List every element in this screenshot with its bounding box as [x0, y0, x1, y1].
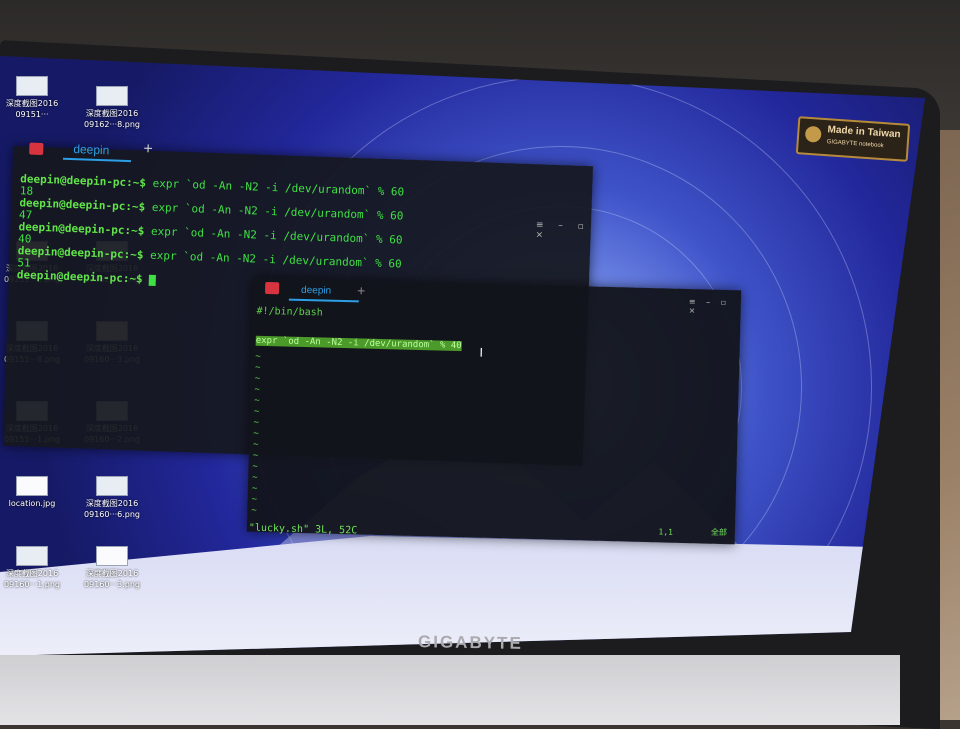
- vim-tilde: ~: [252, 461, 259, 472]
- file-label: 深度截图2016 09160···6.png: [84, 499, 140, 519]
- new-tab-button[interactable]: +: [143, 141, 153, 159]
- file-thumbnail-icon: [16, 76, 48, 96]
- desktop-file-2[interactable]: 深度截图2016 09162···8.png: [80, 86, 144, 130]
- file-thumbnail-icon: [16, 476, 48, 496]
- vim-tilde: ~: [254, 362, 261, 373]
- vim-shebang-line: #!/bin/bash: [256, 305, 323, 319]
- vim-selected-line[interactable]: expr `od -An -N2 -i /dev/urandom` % 40: [255, 335, 462, 352]
- vim-tilde: ~: [254, 395, 260, 406]
- screen: 深度截图2016 09151··· 深度截图2016 09162···8.png 深…: [0, 56, 925, 656]
- window-controls[interactable]: ≡ – ▫ ×: [535, 220, 591, 242]
- active-tab-indicator: [62, 157, 131, 163]
- file-label: 深度截图2016 09160···1.png: [4, 569, 60, 589]
- sticker-line1: Made in Taiwan: [827, 124, 901, 141]
- vim-tilde: ~: [251, 494, 258, 505]
- shell-command: expr `od -An -N2 -i /dev/urandom` % 60: [143, 248, 402, 271]
- desktop-file-10[interactable]: 深度截图2016 09160···6.png: [80, 476, 144, 520]
- file-label: 深度截图2016 09162···8.png: [84, 109, 140, 129]
- shell-command: expr `od -An -N2 -i /dev/urandom` % 60: [144, 200, 404, 223]
- sticker-emblem-icon: [804, 125, 822, 143]
- file-thumbnail-icon: [96, 476, 128, 496]
- terminal-app-icon: [264, 281, 280, 295]
- vim-tilde: ~: [252, 439, 259, 450]
- terminal-command-line: deepin@deepin-pc:~$ expr `od -An -N2 -i …: [18, 220, 402, 246]
- desktop-file-1[interactable]: 深度截图2016 09151···: [0, 76, 64, 120]
- made-in-taiwan-sticker: Made in Taiwan GIGABYTE notebook: [795, 116, 911, 162]
- tab-deepin[interactable]: deepin: [301, 285, 331, 297]
- tab-deepin[interactable]: deepin: [73, 142, 110, 157]
- vim-status-all: 全部: [710, 527, 728, 538]
- vim-tilde: ~: [253, 428, 259, 439]
- shell-prompt: deepin@deepin-pc:~$: [18, 220, 145, 238]
- file-label: 深度截图2016 09151···: [5, 99, 59, 119]
- shell-prompt: deepin@deepin-pc:~$: [16, 268, 143, 286]
- laptop-brand-logo: GIGABYTE: [418, 632, 523, 653]
- file-thumbnail-icon: [96, 546, 128, 566]
- desktop-file-12[interactable]: 深度截图2016 09160···3.png: [80, 546, 144, 590]
- vim-tilde: ~: [251, 505, 257, 516]
- file-label: 深度截图2016 09160···3.png: [84, 569, 140, 589]
- terminal-window-front[interactable]: deepin + ≡ – ▫ × #!/bin/bash expr `od -A…: [246, 277, 742, 545]
- vim-tilde: ~: [252, 450, 259, 461]
- vim-tilde: ~: [254, 384, 261, 395]
- shell-prompt: deepin@deepin-pc:~$: [19, 196, 146, 214]
- vim-tilde: ~: [253, 417, 260, 428]
- terminal-cursor: [149, 274, 157, 286]
- sticker-line2: GIGABYTE notebook: [826, 139, 884, 150]
- new-tab-button[interactable]: +: [357, 282, 366, 298]
- desktop-file-9[interactable]: location.jpg: [0, 476, 64, 509]
- vim-status-position: 1,1: [658, 527, 674, 537]
- vim-tilde: ~: [254, 373, 261, 384]
- shell-command: expr `od -An -N2 -i /dev/urandom` % 60: [144, 224, 403, 247]
- file-thumbnail-icon: [16, 546, 48, 566]
- terminal-command-line: deepin@deepin-pc:~$: [17, 268, 157, 286]
- file-label: location.jpg: [8, 499, 56, 508]
- laptop-keyboard-deck: [0, 655, 900, 725]
- vim-tilde: ~: [255, 351, 261, 362]
- vim-tilde: ~: [252, 472, 258, 483]
- desktop-file-11[interactable]: 深度截图2016 09160···1.png: [0, 546, 64, 590]
- terminal-app-icon: [29, 142, 44, 156]
- shell-prompt: deepin@deepin-pc:~$: [17, 244, 144, 262]
- terminal-command-line: deepin@deepin-pc:~$ expr `od -An -N2 -i …: [19, 196, 403, 222]
- terminal-command-line: deepin@deepin-pc:~$ expr `od -An -N2 -i …: [18, 244, 402, 270]
- vim-status-file: "lucky.sh" 3L, 52C: [248, 522, 358, 537]
- text-cursor-icon: I: [479, 345, 484, 360]
- vim-tilde: ~: [251, 483, 258, 494]
- active-tab-indicator: [288, 298, 359, 303]
- window-controls[interactable]: ≡ – ▫ ×: [689, 297, 741, 316]
- vim-tilde: ~: [253, 406, 260, 417]
- file-thumbnail-icon: [96, 86, 128, 106]
